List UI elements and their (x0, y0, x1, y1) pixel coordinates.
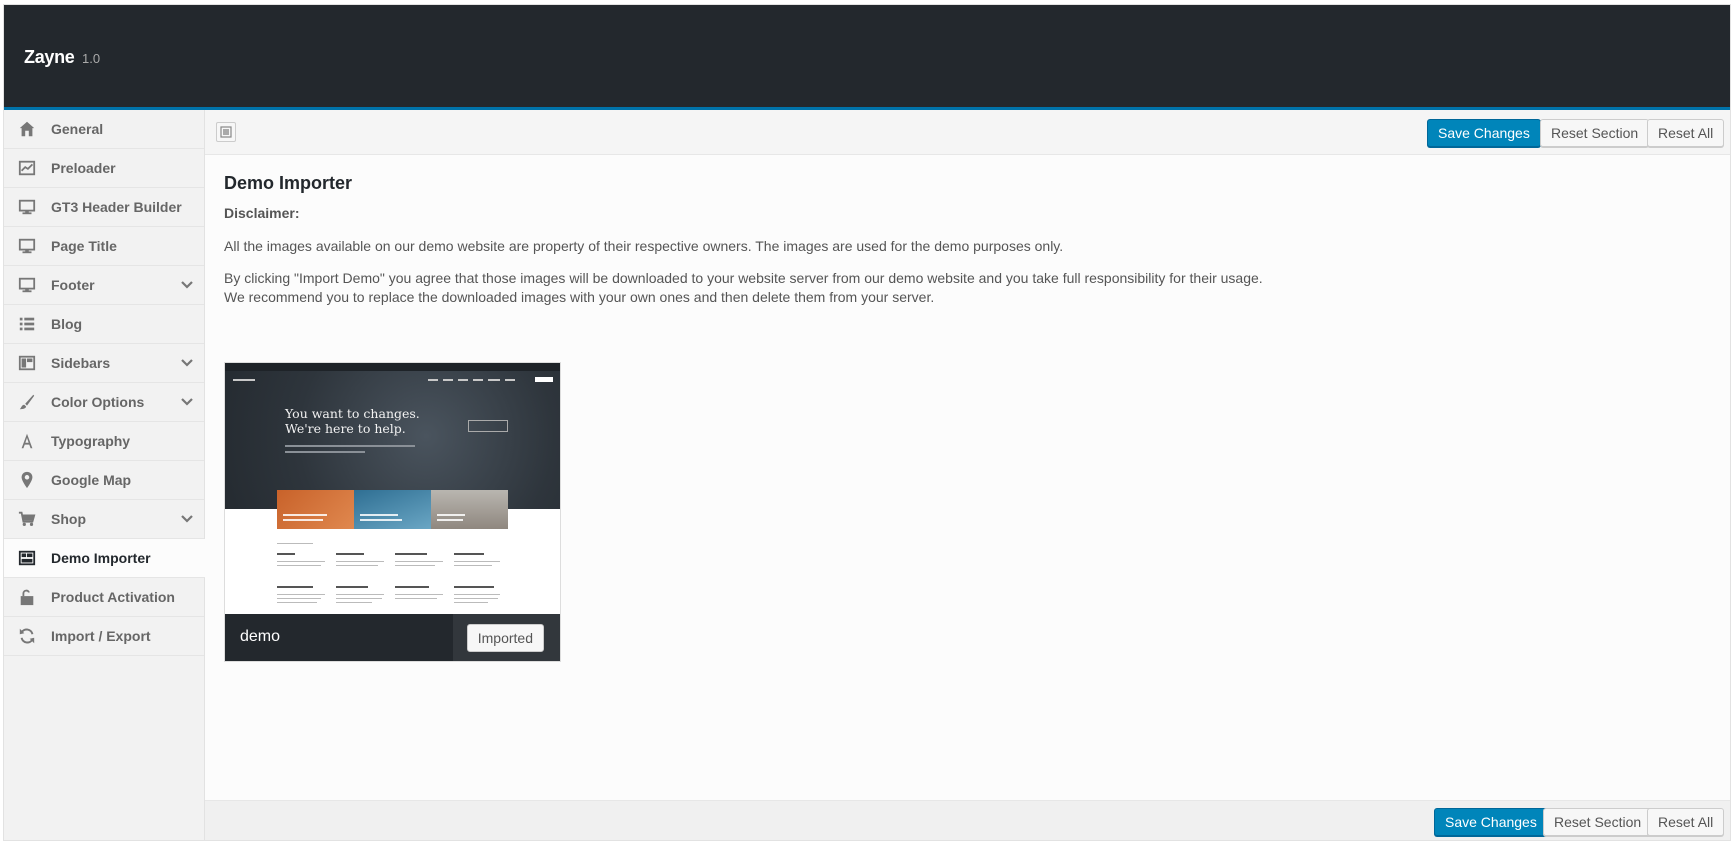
sidebar-item-product-activation[interactable]: Product Activation (4, 578, 204, 617)
sidebar-item-label: Google Map (51, 472, 132, 488)
monitor-icon (17, 275, 37, 295)
layout-icon (17, 353, 37, 373)
reset-all-button[interactable]: Reset All (1647, 808, 1725, 836)
chart-icon (17, 158, 37, 178)
brush-icon (17, 392, 37, 412)
sidebar-item-label: Color Options (51, 394, 145, 410)
reset-section-button[interactable]: Reset Section (1543, 808, 1653, 836)
sidebar-item-sidebars[interactable]: Sidebars (4, 344, 204, 383)
sidebar-item-blog[interactable]: Blog (4, 305, 204, 344)
sidebar-item-label: Footer (51, 277, 95, 293)
demo-screenshot: You want to changes. We're here to help. (225, 363, 560, 614)
sidebar-item-import-export[interactable]: Import / Export (4, 617, 204, 656)
sidebar-item-label: General (51, 121, 104, 137)
sidebar-item-preloader[interactable]: Preloader (4, 149, 204, 188)
disclaimer-text: All the images available on our demo web… (224, 238, 1064, 254)
layout-icon (17, 548, 37, 568)
sidebar-item-label: Import / Export (51, 628, 151, 644)
refresh-icon (17, 626, 37, 646)
sidebar-item-label: Typography (51, 433, 131, 449)
expand-icon (220, 126, 232, 138)
sidebar-item-label: Page Title (51, 238, 117, 254)
disclaimer-heading: Disclaimer: (224, 205, 300, 221)
sidebar-item-demo-importer[interactable]: Demo Importer (4, 539, 205, 578)
preview-headline: You want to changes. We're here to help. (285, 406, 420, 436)
top-action-bar: Save Changes Reset Section Reset All (205, 110, 1730, 155)
sidebar-item-label: Blog (51, 316, 83, 332)
section-title: Demo Importer (224, 173, 353, 193)
unlock-icon (17, 587, 37, 607)
save-changes-button[interactable]: Save Changes (1434, 808, 1548, 836)
sidebar-item-footer[interactable]: Footer (4, 266, 204, 305)
chevron-down-icon[interactable] (180, 512, 194, 526)
main-panel: Save Changes Reset Section Reset All Dem… (205, 110, 1730, 840)
sidebar-item-label: Preloader (51, 160, 116, 176)
sidebar-item-gt3-header-builder[interactable]: GT3 Header Builder (4, 188, 204, 227)
sidebar-item-general[interactable]: General (4, 110, 204, 149)
sidebar-item-page-title[interactable]: Page Title (4, 227, 204, 266)
imported-button[interactable]: Imported (466, 624, 544, 652)
sidebar-item-label: GT3 Header Builder (51, 199, 182, 215)
sidebar-item-color-options[interactable]: Color Options (4, 383, 204, 422)
list-icon (17, 314, 37, 334)
demo-card-footer: demo Imported (225, 614, 560, 661)
map-pin-icon (17, 470, 37, 490)
demo-actions: Imported (453, 614, 560, 661)
panel-header: Zayne 1.0 (4, 5, 1730, 110)
sidebar-item-shop[interactable]: Shop (4, 500, 204, 539)
sidebar-item-label: Demo Importer (51, 550, 151, 566)
recommendation-text: We recommend you to replace the download… (224, 289, 935, 305)
bottom-action-bar: Save Changes Reset Section Reset All (205, 800, 1730, 840)
save-changes-button[interactable]: Save Changes (1427, 119, 1541, 147)
expand-toggle-button[interactable] (216, 122, 236, 142)
cart-icon (17, 509, 37, 529)
home-icon (17, 119, 37, 139)
demo-name: demo (240, 628, 281, 645)
sidebar-item-label: Sidebars (51, 355, 111, 371)
sidebar-item-typography[interactable]: Typography (4, 422, 204, 461)
theme-name: Zayne (24, 47, 75, 67)
sidebar-item-label: Product Activation (51, 589, 175, 605)
sidebar: General Preloader GT3 Header Builder Pag… (4, 110, 205, 840)
sidebar-item-google-map[interactable]: Google Map (4, 461, 204, 500)
demo-card[interactable]: You want to changes. We're here to help. (224, 362, 561, 662)
reset-all-button[interactable]: Reset All (1647, 119, 1725, 147)
sidebar-item-label: Shop (51, 511, 86, 527)
agreement-text: By clicking "Import Demo" you agree that… (224, 270, 1263, 286)
chevron-down-icon[interactable] (180, 395, 194, 409)
theme-version: 1.0 (82, 51, 101, 66)
reset-section-button[interactable]: Reset Section (1540, 119, 1650, 147)
options-panel: Zayne 1.0 General Preloader GT3 Header B… (4, 5, 1730, 840)
font-icon (17, 431, 37, 451)
monitor-icon (17, 236, 37, 256)
chevron-down-icon[interactable] (180, 278, 194, 292)
chevron-down-icon[interactable] (180, 356, 194, 370)
monitor-icon (17, 197, 37, 217)
